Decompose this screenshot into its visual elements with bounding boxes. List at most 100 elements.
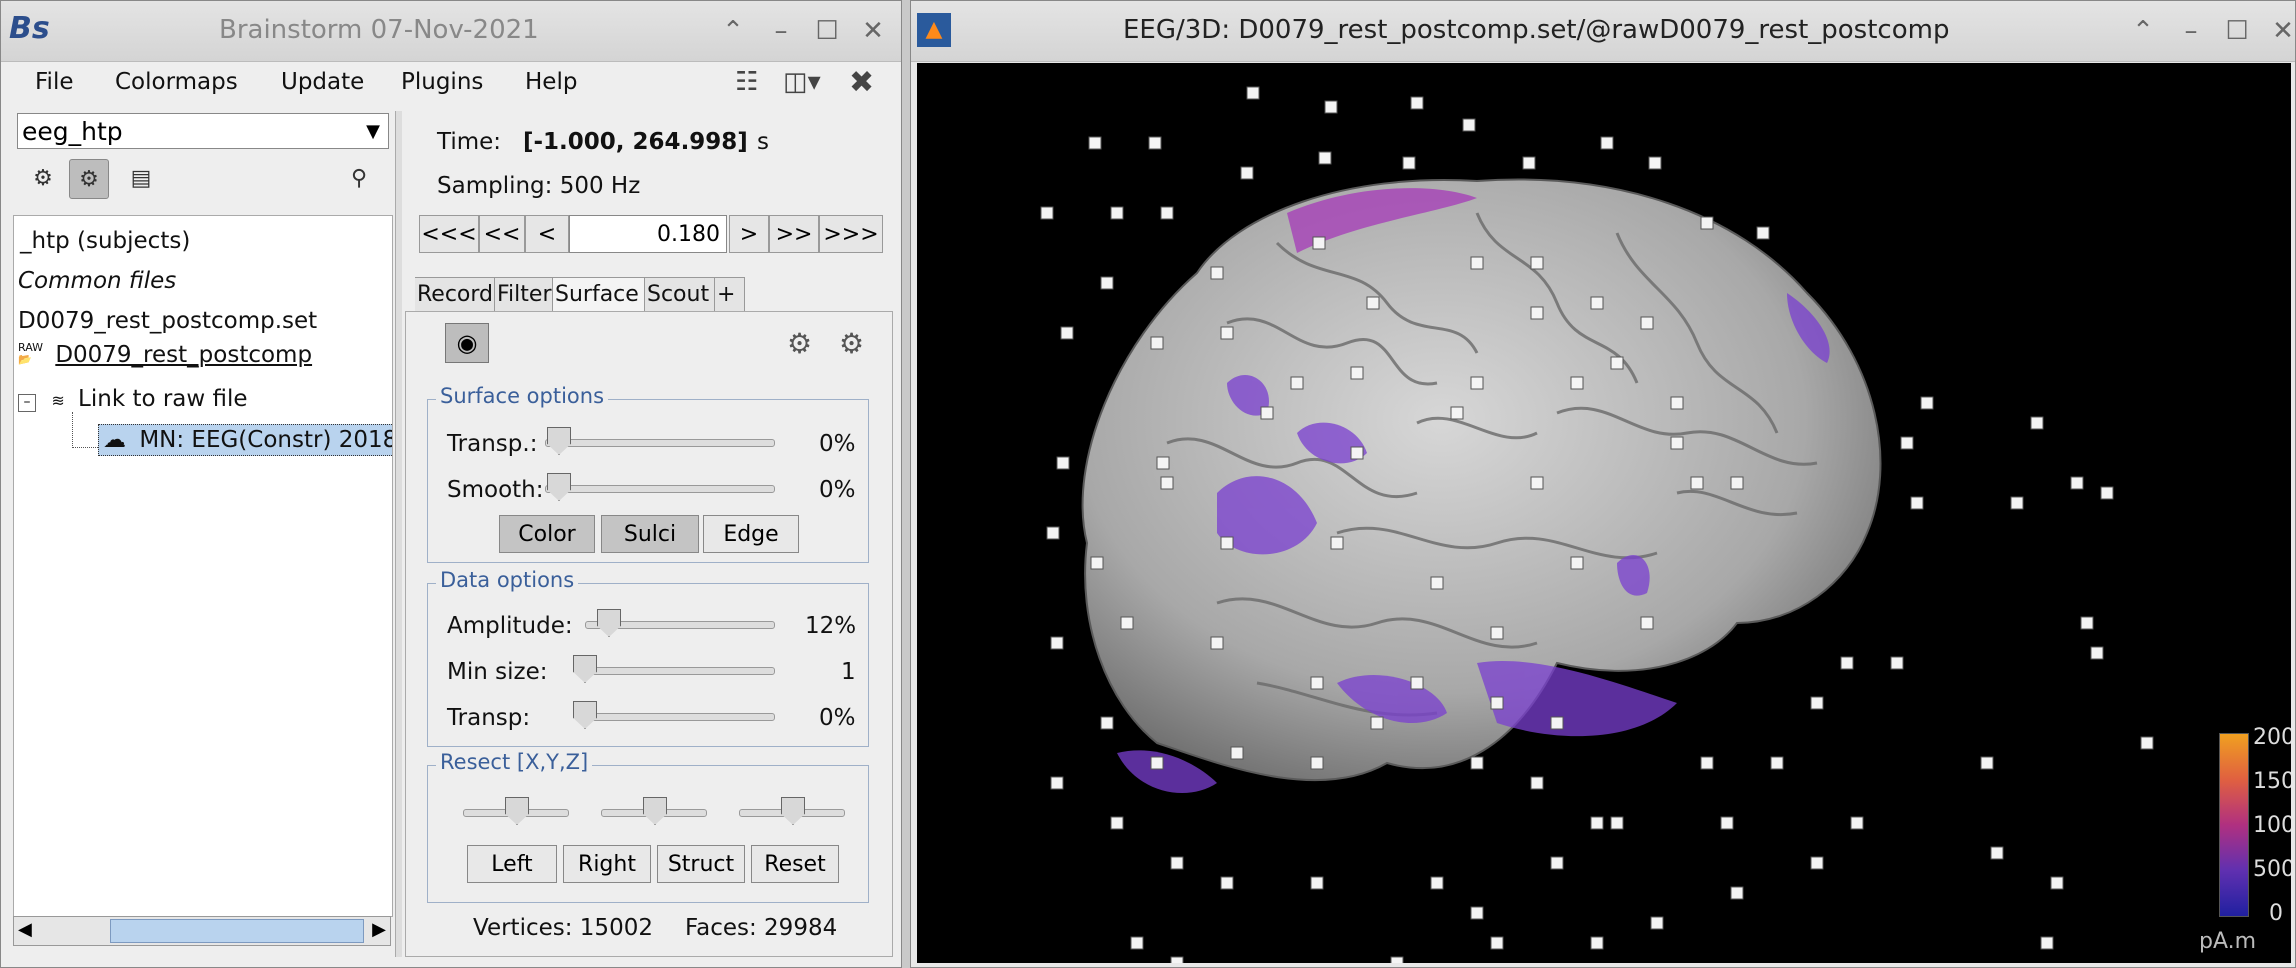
electrode-marker[interactable] [2040,936,2054,950]
electrode-marker[interactable] [1690,476,1704,490]
electrode-marker[interactable] [1160,206,1174,220]
electrode-marker[interactable] [1730,476,1744,490]
electrode-marker[interactable] [1756,226,1770,240]
menu-update[interactable]: Update [281,69,364,95]
electrode-marker[interactable] [1350,366,1364,380]
menu-help[interactable]: Help [525,69,577,95]
electrode-marker[interactable] [1148,136,1162,150]
electrode-marker[interactable] [1470,256,1484,270]
electrode-marker[interactable] [2100,486,2114,500]
electrode-marker[interactable] [1430,576,1444,590]
nav-first-button[interactable]: <<< [419,215,479,253]
remove-surface-icon[interactable]: ⚙ [839,327,864,360]
add-surface-icon[interactable]: ⚙ [787,327,812,360]
minimize-icon[interactable]: – [761,11,801,51]
electrode-marker[interactable] [1530,306,1544,320]
eeg-collapse-icon[interactable]: ⌃ [2123,11,2163,51]
electrode-marker[interactable] [1120,616,1134,630]
nav-forward-button[interactable]: > [729,215,769,253]
electrode-marker[interactable] [1700,756,1714,770]
electrode-marker[interactable] [2050,876,2064,890]
electrode-marker[interactable] [1230,746,1244,760]
electrode-marker[interactable] [1910,496,1924,510]
electrode-marker[interactable] [1170,856,1184,870]
tab-surface[interactable]: Surface [553,277,645,311]
electrode-marker[interactable] [1530,256,1544,270]
electrode-marker[interactable] [1980,756,1994,770]
electrode-marker[interactable] [1470,376,1484,390]
tree-set-file[interactable]: D0079_rest_postcomp.set [18,308,317,334]
tree-source-results[interactable]: ☁ MN: EEG(Constr) 2018 [98,424,392,456]
electrode-marker[interactable] [1220,326,1234,340]
eeg-minimize-icon[interactable]: – [2171,11,2211,51]
electrode-marker[interactable] [1110,816,1124,830]
electrode-marker[interactable] [1260,406,1274,420]
electrode-marker[interactable] [1220,536,1234,550]
electrode-marker[interactable] [1046,526,1060,540]
electrode-marker[interactable] [1730,886,1744,900]
electrode-marker[interactable] [1410,676,1424,690]
minsize-slider[interactable] [575,667,775,675]
electrode-marker[interactable] [1550,716,1564,730]
electrode-marker[interactable] [1150,336,1164,350]
tab-record[interactable]: Record [415,277,495,311]
electrode-marker[interactable] [1210,636,1224,650]
electrode-marker[interactable] [1590,296,1604,310]
electrode-marker[interactable] [1430,876,1444,890]
electrode-marker[interactable] [1840,656,1854,670]
electrode-marker[interactable] [1640,616,1654,630]
electrode-marker[interactable] [1318,151,1332,165]
panel-splitter[interactable] [395,111,402,957]
anatomy-view-icon[interactable]: ⚙ [23,159,63,199]
electrode-marker[interactable] [1550,856,1564,870]
eeg-maximize-icon[interactable]: ☐ [2217,11,2257,51]
electrode-marker[interactable] [1490,696,1504,710]
electrode-marker[interactable] [2080,616,2094,630]
electrode-marker[interactable] [1490,936,1504,950]
electrode-marker[interactable] [1350,446,1364,460]
electrode-marker[interactable] [1670,436,1684,450]
electrode-marker[interactable] [1920,396,1934,410]
electrode-marker[interactable] [1410,96,1424,110]
electrode-marker[interactable] [1050,636,1064,650]
electrode-marker[interactable] [1530,476,1544,490]
surface-smooth-slider[interactable] [545,485,775,493]
electrode-marker[interactable] [1402,156,1416,170]
brain-render[interactable] [917,63,2291,963]
electrode-marker[interactable] [1330,536,1344,550]
tab-filter[interactable]: Filter [495,277,553,311]
tree-subjects[interactable]: _htp (subjects) [20,228,190,254]
electrode-marker[interactable] [1610,816,1624,830]
electrode-marker[interactable] [1522,156,1536,170]
electrode-marker[interactable] [2090,646,2104,660]
close-panel-icon[interactable]: ✖ [849,65,874,100]
eeg-titlebar[interactable]: ▲ EEG/3D: D0079_rest_postcomp.set/@rawD0… [911,1,2295,62]
electrode-marker[interactable] [1590,816,1604,830]
electrode-marker[interactable] [1810,696,1824,710]
nav-fast-back-button[interactable]: << [479,215,525,253]
electrode-marker[interactable] [1088,136,1102,150]
electrode-marker[interactable] [1050,776,1064,790]
nav-fast-forward-button[interactable]: >> [769,215,819,253]
electrode-marker[interactable] [1150,756,1164,770]
brainstorm-titlebar[interactable]: Bs Brainstorm 07-Nov-2021 ⌃ – ☐ ✕ [1,1,901,62]
maximize-icon[interactable]: ☐ [807,11,847,51]
electrode-marker[interactable] [1570,376,1584,390]
electrode-marker[interactable] [1366,296,1380,310]
electrode-marker[interactable] [1648,156,1662,170]
electrode-marker[interactable] [1210,266,1224,280]
menu-plugins[interactable]: Plugins [401,69,483,95]
electrode-marker[interactable] [1100,276,1114,290]
electrode-marker[interactable] [1060,326,1074,340]
electrode-marker[interactable] [1312,236,1326,250]
database-view-icon[interactable]: ▤ [121,159,161,199]
current-time-input[interactable]: 0.180 [569,215,727,253]
electrode-marker[interactable] [1220,876,1234,890]
color-button[interactable]: Color [499,515,595,553]
electrode-marker[interactable] [1156,456,1170,470]
protocol-select[interactable]: eeg_htp ▼ [17,113,389,149]
electrode-marker[interactable] [1890,656,1904,670]
layout-icon[interactable]: ◫▾ [783,67,821,97]
electrode-marker[interactable] [1490,626,1504,640]
electrode-marker[interactable] [1040,206,1054,220]
